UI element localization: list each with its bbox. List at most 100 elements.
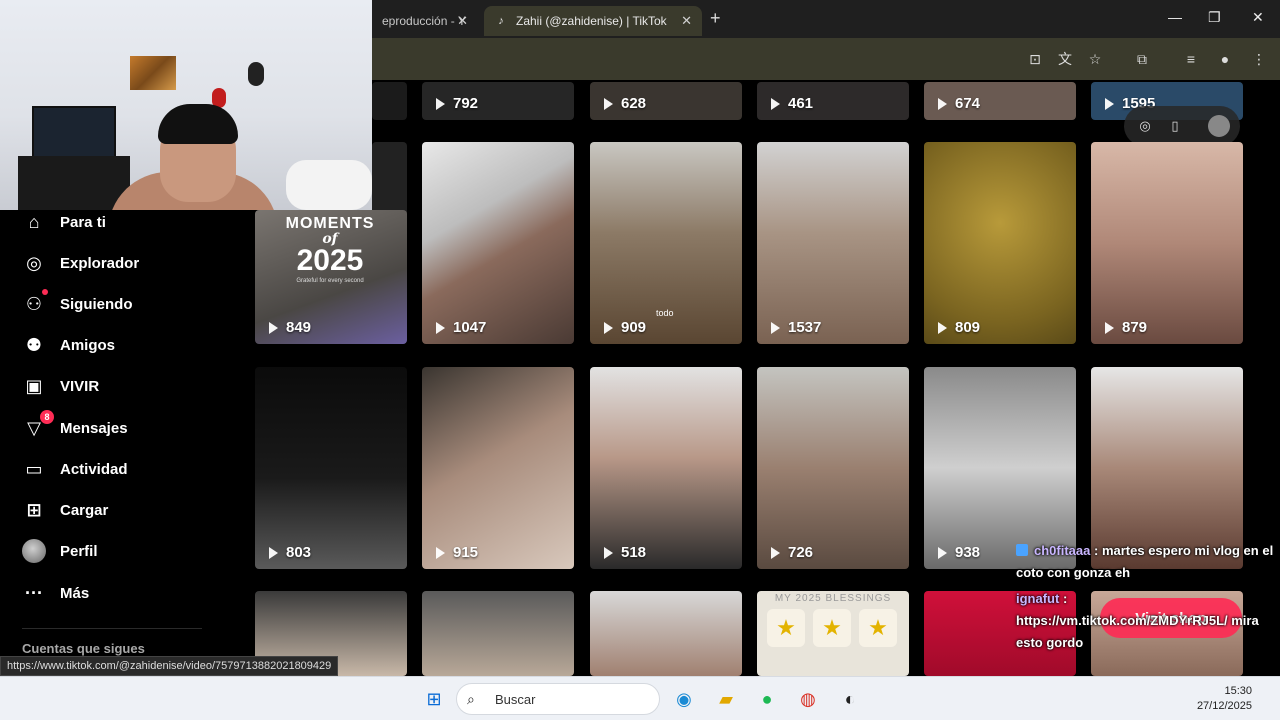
twitch-badge-icon xyxy=(1016,544,1028,556)
view-count: 792 xyxy=(436,95,478,112)
sidebar-item-label: Mensajes xyxy=(60,419,128,437)
play-icon xyxy=(436,321,445,334)
translate-icon[interactable]: 文 xyxy=(1056,50,1074,68)
sidebar-item-label: Siguiendo xyxy=(60,295,133,313)
video-tile[interactable]: 792 xyxy=(422,82,574,120)
sidebar-item-actividad[interactable]: ▭ Actividad xyxy=(22,455,128,483)
edge-icon[interactable]: ◉ xyxy=(670,685,698,713)
webcam-overlay xyxy=(0,0,372,210)
video-tile[interactable]: 726 xyxy=(757,367,909,569)
tab-label: Zahii (@zahidenise) | TikTok xyxy=(516,14,667,28)
tab-close-icon[interactable]: ✕ xyxy=(681,13,692,29)
sidebar-item-label: Perfil xyxy=(60,542,98,560)
taskbar: ⊞ ⌕ Buscar ◉ ▰ ● ◍ ◐ 15:30 27/12/2025 xyxy=(0,676,1280,720)
spotify-icon[interactable]: ● xyxy=(753,685,781,713)
wall-painting xyxy=(130,56,176,90)
video-tile[interactable]: 518 xyxy=(590,367,742,569)
play-icon xyxy=(938,546,947,559)
sidebar-item-vivir[interactable]: ▣ VIVIR xyxy=(22,372,99,400)
sidebar-item-para-ti[interactable]: ⌂ Para ti xyxy=(22,208,106,236)
view-count: 726 xyxy=(771,544,813,561)
messages-icon: ▽ 8 xyxy=(22,410,54,440)
sidebar-item-mensajes[interactable]: ▽ 8 Mensajes xyxy=(22,410,128,442)
play-icon xyxy=(604,546,613,559)
video-tile[interactable] xyxy=(590,591,742,676)
view-count: 674 xyxy=(938,95,980,112)
video-tile[interactable]: 879 xyxy=(1091,142,1243,344)
play-icon xyxy=(604,321,613,334)
following-accounts-heading: Cuentas que sigues xyxy=(22,641,145,656)
search-icon: ⌕ xyxy=(467,690,475,707)
play-icon xyxy=(771,321,780,334)
video-tile[interactable] xyxy=(422,591,574,676)
chrome-icon[interactable]: ◍ xyxy=(794,685,822,713)
app-icon[interactable]: ◐ xyxy=(836,685,864,713)
taskbar-search[interactable]: ⌕ Buscar xyxy=(456,683,660,715)
view-count: 938 xyxy=(938,544,980,561)
blessings-caption: MY 2025 BLESSINGS xyxy=(774,593,892,604)
link-status-bar: https://www.tiktok.com/@zahidenise/video… xyxy=(0,656,339,676)
chat-username: ignafut xyxy=(1016,591,1060,606)
sidebar-item-cargar[interactable]: ⊞ Cargar xyxy=(22,496,108,524)
sidebar-item-siguiendo[interactable]: ⚇ Siguiendo xyxy=(22,289,133,318)
browser-menu-icon[interactable]: ⋮ xyxy=(1250,50,1268,68)
file-explorer-icon[interactable]: ▰ xyxy=(712,685,740,713)
minimize-button[interactable]: — xyxy=(1168,9,1182,25)
view-count: 461 xyxy=(771,95,813,112)
upload-icon: ⊞ xyxy=(26,499,42,520)
video-tile[interactable]: MY 2025 BLESSINGS ★ ★ ★ xyxy=(757,591,909,676)
video-tile[interactable]: todo 909 xyxy=(590,142,742,344)
video-tile[interactable] xyxy=(372,82,407,120)
video-tile[interactable]: MOMENTS of 2025 Grateful for every secon… xyxy=(255,210,407,344)
video-tile[interactable]: 803 xyxy=(255,367,407,569)
tab-tiktok[interactable]: ♪ Zahii (@zahidenise) | TikTok ✕ xyxy=(484,6,702,36)
user-avatar[interactable] xyxy=(1208,115,1230,137)
video-tile[interactable]: 1047 xyxy=(422,142,574,344)
extensions-icon[interactable]: ⧉ xyxy=(1133,50,1151,68)
star-icon: ★ xyxy=(767,609,805,647)
play-icon xyxy=(269,546,278,559)
sidebar-item-perfil[interactable]: Perfil xyxy=(22,537,98,565)
sidebar-item-mas[interactable]: ··· Más xyxy=(22,579,89,607)
media-control-icon[interactable]: ≡ xyxy=(1182,50,1200,68)
video-tile[interactable]: 1537 xyxy=(757,142,909,344)
windows-start-icon[interactable]: ⊞ xyxy=(420,685,448,713)
video-tile[interactable]: 938 xyxy=(924,367,1076,569)
tab-youtube[interactable]: eproducción - Y ✕ xyxy=(372,6,478,36)
moments-title: MOMENTS of 2025 Grateful for every secon… xyxy=(285,215,375,285)
view-count: 879 xyxy=(1105,319,1147,336)
video-tile[interactable]: 915 xyxy=(422,367,574,569)
sidebar-item-label: Más xyxy=(60,584,90,602)
video-tile[interactable] xyxy=(1091,367,1243,569)
device-icon[interactable]: ▯ xyxy=(1166,117,1184,135)
view-count: 915 xyxy=(436,544,478,561)
compass-icon[interactable]: ◎ xyxy=(1136,117,1154,135)
home-icon: ⌂ xyxy=(28,211,40,232)
tab-close-icon[interactable]: ✕ xyxy=(457,13,468,29)
streamer-hair xyxy=(158,104,238,144)
bookmark-star-icon[interactable]: ☆ xyxy=(1086,50,1104,68)
tile-caption: todo xyxy=(656,308,674,318)
sidebar-item-amigos[interactable]: ⚉ Amigos xyxy=(22,331,115,359)
tiktok-icon: ♪ xyxy=(498,15,504,27)
new-tab-button[interactable]: + xyxy=(710,8,721,29)
video-tile[interactable]: 674 xyxy=(924,82,1076,120)
video-tile[interactable]: 461 xyxy=(757,82,909,120)
install-app-icon[interactable]: ⊡ xyxy=(1026,50,1044,68)
sidebar-item-explorador[interactable]: ◎ Explorador xyxy=(22,249,139,277)
play-icon xyxy=(604,97,613,110)
profile-avatar[interactable]: ● xyxy=(1216,50,1234,68)
close-window-button[interactable]: ✕ xyxy=(1252,9,1264,26)
view-count: 518 xyxy=(604,544,646,561)
search-placeholder: Buscar xyxy=(495,691,536,707)
play-icon xyxy=(1105,321,1114,334)
notification-dot xyxy=(42,289,48,295)
sidebar-item-label: Actividad xyxy=(60,460,128,478)
tv-stand xyxy=(18,156,130,210)
maximize-button[interactable]: ❐ xyxy=(1208,9,1221,26)
system-clock[interactable]: 15:30 27/12/2025 xyxy=(1197,684,1252,714)
tv-screen xyxy=(32,106,116,158)
video-tile[interactable]: 628 xyxy=(590,82,742,120)
compass-icon: ◎ xyxy=(26,252,42,273)
video-tile[interactable]: 809 xyxy=(924,142,1076,344)
